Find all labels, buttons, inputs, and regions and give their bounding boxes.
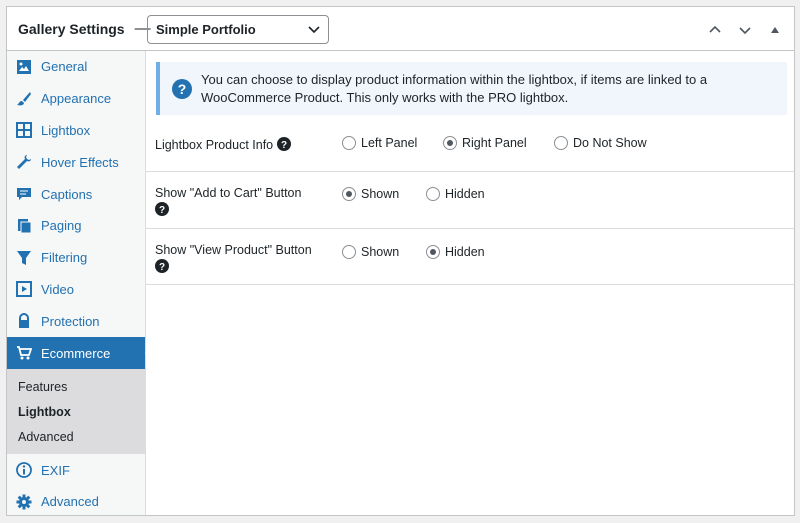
setting-label: Show "View Product" Button ? — [155, 241, 312, 278]
svg-text:?: ? — [281, 140, 287, 151]
radio-label: Left Panel — [361, 136, 418, 150]
toggle-panel-button[interactable] — [764, 19, 786, 41]
help-icon[interactable]: ? — [155, 259, 169, 278]
lock-icon — [15, 312, 33, 330]
chevron-up-icon — [709, 25, 721, 33]
setting-row-lightbox-product-info: Lightbox Product Info ? Left Panel Right… — [146, 122, 794, 172]
sidebar-item-label: Lightbox — [41, 122, 91, 138]
setting-label-text: Show "Add to Cart" Button — [155, 186, 302, 200]
sidebar-item-general[interactable]: General — [7, 51, 145, 83]
sidebar-item-captions[interactable]: Captions — [7, 178, 145, 210]
sidebar-item-label: Captions — [41, 186, 93, 202]
setting-row-view-product: Show "View Product" Button ? Shown Hidde… — [146, 229, 794, 285]
sidebar-item-label: EXIF — [41, 462, 70, 478]
sidebar-item-protection[interactable]: Protection — [7, 305, 145, 337]
sidebar-item-advanced[interactable]: Advanced — [7, 486, 145, 518]
radio-label: Do Not Show — [573, 136, 647, 150]
sidebar-item-filtering[interactable]: Filtering — [7, 242, 145, 274]
radio-left-panel[interactable]: Left Panel — [342, 136, 417, 150]
question-icon: ? — [172, 79, 192, 104]
radio-hidden[interactable]: Hidden — [426, 187, 485, 201]
gear-icon — [15, 493, 33, 511]
sidebar-item-label: General — [41, 59, 88, 75]
radio-label: Shown — [361, 187, 400, 201]
radio-label: Right Panel — [462, 136, 527, 150]
svg-text:?: ? — [178, 81, 187, 97]
subnav-item-advanced[interactable]: Advanced — [7, 425, 145, 450]
radio-shown[interactable]: Shown — [342, 187, 399, 201]
setting-label: Lightbox Product Info ? — [155, 137, 291, 154]
svg-text:?: ? — [159, 205, 165, 216]
radio-right-panel[interactable]: Right Panel — [443, 136, 527, 150]
radio-circle[interactable] — [554, 136, 568, 150]
sidebar-item-label: Appearance — [41, 91, 112, 107]
radio-circle[interactable] — [342, 136, 356, 150]
info-notice: ? You can choose to display product info… — [156, 62, 787, 115]
radio-label: Hidden — [445, 245, 485, 259]
radio-label: Hidden — [445, 187, 485, 201]
pages-icon — [15, 217, 33, 235]
sidebar-item-appearance[interactable]: Appearance — [7, 83, 145, 115]
setting-label-text: Show "View Product" Button — [155, 243, 312, 257]
move-down-button[interactable] — [734, 19, 756, 41]
radio-circle[interactable] — [443, 136, 457, 150]
sidebar-item-label: Protection — [41, 313, 100, 329]
sidebar-item-video[interactable]: Video — [7, 274, 145, 306]
video-icon — [15, 280, 33, 298]
svg-text:?: ? — [159, 262, 165, 273]
sidebar-item-ecommerce[interactable]: Ecommerce — [7, 337, 153, 370]
sidebar-item-label: Ecommerce — [41, 345, 111, 361]
grid-icon — [15, 121, 33, 139]
image-icon — [15, 58, 33, 76]
ecommerce-subnav: Features Lightbox Advanced — [7, 369, 145, 455]
panel-header: Gallery Settings — Simple Portfolio — [7, 7, 794, 51]
setting-label: Show "Add to Cart" Button ? — [155, 184, 301, 221]
radio-hidden[interactable]: Hidden — [426, 245, 485, 259]
radio-label: Shown — [361, 245, 400, 259]
sidebar-item-label: Advanced — [41, 494, 99, 510]
sidebar-item-label: Paging — [41, 218, 82, 234]
move-up-button[interactable] — [704, 19, 726, 41]
chevron-down-icon — [739, 27, 751, 35]
triangle-up-icon — [771, 27, 779, 33]
radio-shown[interactable]: Shown — [342, 245, 399, 259]
sidebar-item-exif[interactable]: EXIF — [7, 454, 145, 486]
sidebar-item-hover-effects[interactable]: Hover Effects — [7, 146, 145, 178]
panel-title: Gallery Settings — [18, 20, 125, 37]
settings-sidebar: General Appearance Lightbox Hover Effect… — [7, 51, 153, 518]
radio-do-not-show[interactable]: Do Not Show — [554, 136, 647, 150]
chevron-down-icon — [307, 22, 321, 39]
subnav-item-lightbox[interactable]: Lightbox — [7, 400, 145, 425]
comment-icon — [15, 185, 33, 203]
brush-icon — [15, 90, 33, 108]
sidebar-item-lightbox[interactable]: Lightbox — [7, 115, 145, 147]
sidebar-item-label: Hover Effects — [41, 154, 119, 170]
notice-text: You can choose to display product inform… — [201, 72, 708, 105]
info-icon — [15, 461, 33, 479]
radio-circle[interactable] — [426, 187, 440, 201]
sidebar-item-label: Filtering — [41, 250, 88, 266]
wrench-icon — [15, 153, 33, 171]
gallery-settings-panel: Gallery Settings — Simple Portfolio Gene… — [6, 6, 795, 516]
setting-label-text: Lightbox Product Info — [155, 137, 274, 152]
sidebar-item-paging[interactable]: Paging — [7, 210, 145, 242]
radio-circle[interactable] — [342, 187, 356, 201]
help-icon[interactable]: ? — [276, 137, 291, 154]
sidebar-item-label: Video — [41, 281, 75, 297]
radio-circle[interactable] — [426, 245, 440, 259]
settings-content: ? You can choose to display product info… — [146, 51, 794, 515]
subnav-item-features[interactable]: Features — [7, 375, 145, 400]
radio-circle[interactable] — [342, 245, 356, 259]
template-select-value: Simple Portfolio — [156, 22, 256, 37]
template-select[interactable]: Simple Portfolio — [147, 15, 329, 44]
help-icon[interactable]: ? — [155, 202, 169, 221]
setting-row-add-to-cart: Show "Add to Cart" Button ? Shown Hidden — [146, 172, 794, 229]
filter-icon — [15, 249, 33, 267]
cart-icon — [15, 344, 33, 362]
